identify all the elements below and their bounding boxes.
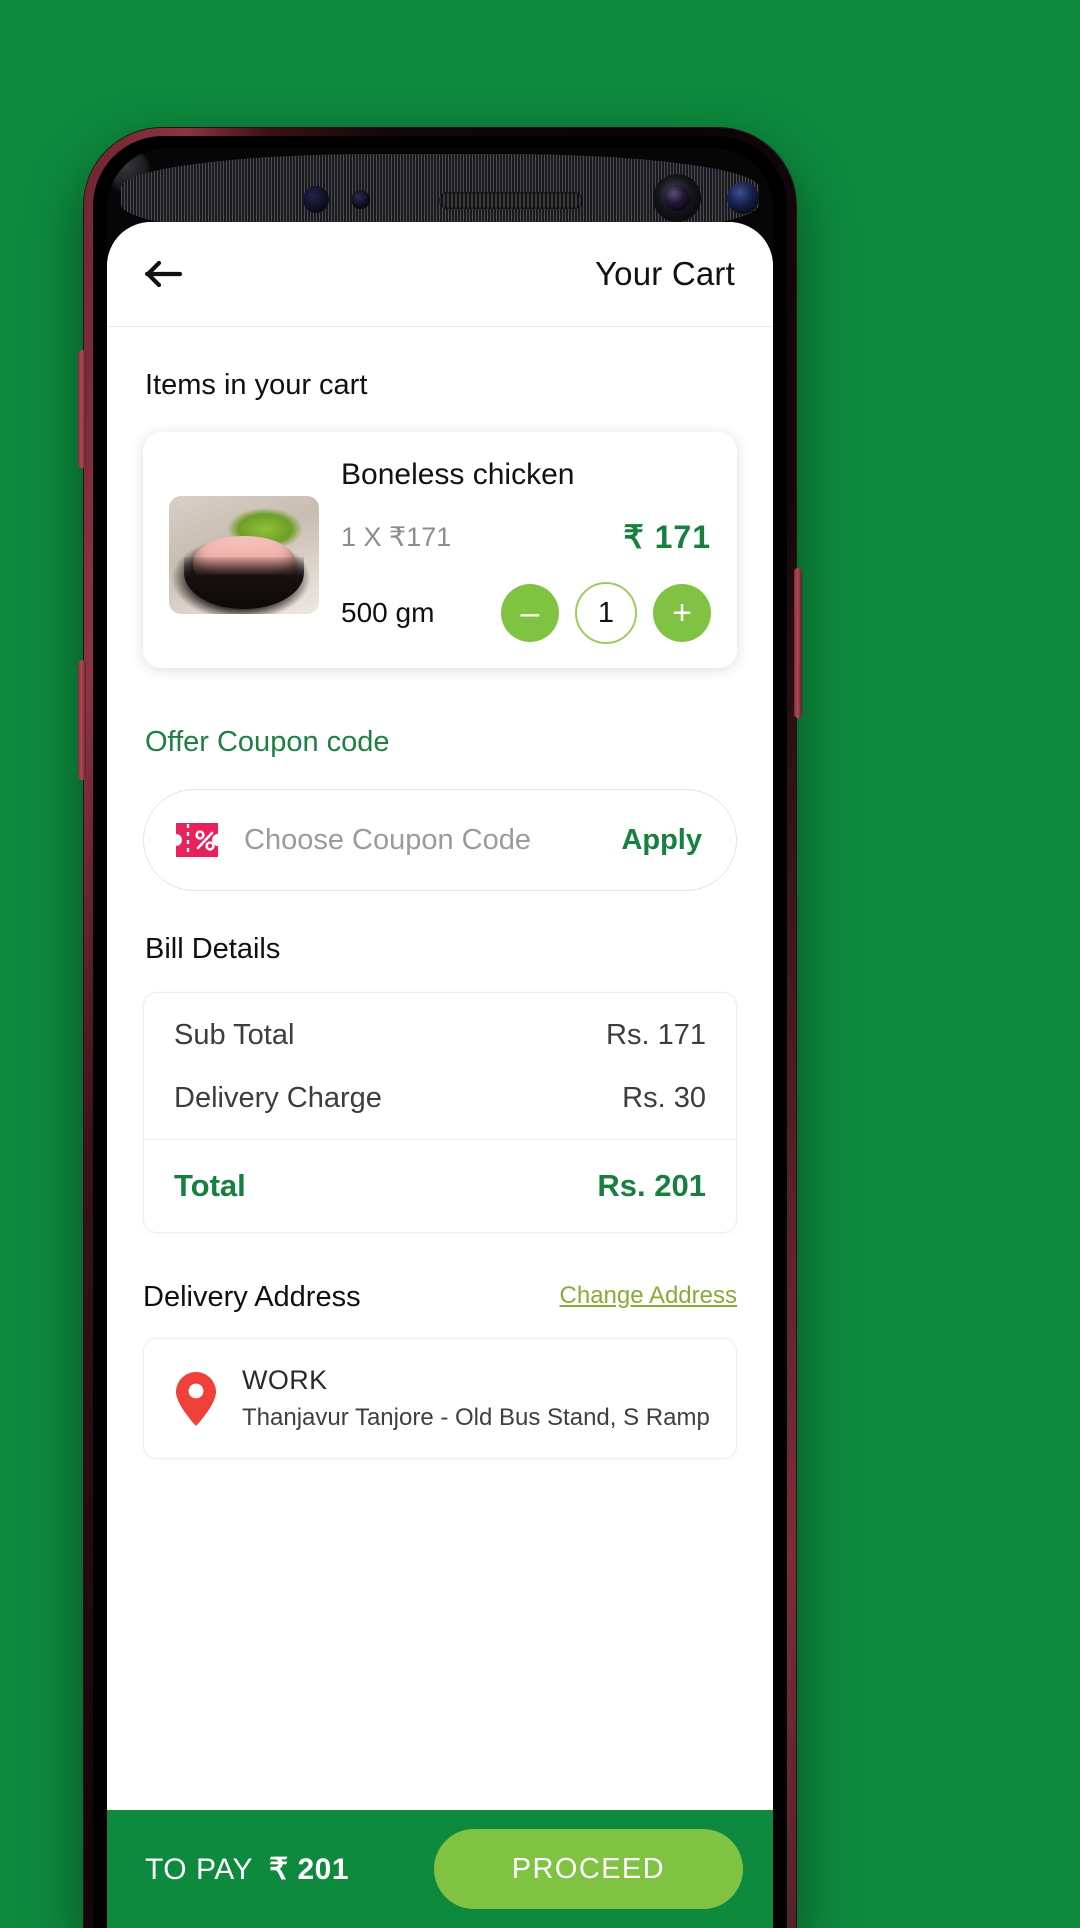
quantity-stepper: – 1 + bbox=[501, 582, 711, 644]
bill-row: Delivery Charge Rs. 30 bbox=[174, 1082, 706, 1115]
app-screen: Your Cart Items in your cart Boneless ch… bbox=[107, 222, 773, 1928]
address-type: WORK bbox=[242, 1365, 328, 1395]
delivery-address-card[interactable]: WORK Thanjavur Tanjore - Old Bus Stand, … bbox=[143, 1338, 737, 1459]
app-header: Your Cart bbox=[107, 222, 773, 327]
phone-volume-down-button[interactable] bbox=[78, 660, 86, 780]
bill-details-card: Sub Total Rs. 171 Delivery Charge Rs. 30… bbox=[143, 992, 737, 1233]
address-text: Thanjavur Tanjore - Old Bus Stand, S Ram… bbox=[242, 1404, 710, 1431]
coupon-percent-icon bbox=[176, 823, 218, 857]
location-pin-icon bbox=[176, 1371, 216, 1426]
address-section-title: Delivery Address bbox=[143, 1281, 361, 1313]
phone-power-button[interactable] bbox=[794, 568, 802, 718]
iris-scanner-icon bbox=[107, 148, 151, 194]
phone-volume-up-button[interactable] bbox=[78, 350, 86, 468]
phone-mockup: Your Cart Items in your cart Boneless ch… bbox=[78, 128, 802, 1928]
arrow-left-icon bbox=[144, 260, 183, 288]
product-weight: 500 gm bbox=[341, 597, 435, 628]
proceed-button[interactable]: PROCEED bbox=[433, 1829, 743, 1909]
to-pay-summary: TO PAY ₹ 201 bbox=[145, 1852, 349, 1887]
bill-row-value: Rs. 30 bbox=[622, 1082, 706, 1114]
product-name: Boneless chicken bbox=[341, 458, 575, 491]
bill-row-label: Delivery Charge bbox=[174, 1082, 382, 1114]
to-pay-label: TO PAY bbox=[145, 1852, 254, 1886]
bill-rows: Sub Total Rs. 171 Delivery Charge Rs. 30 bbox=[144, 993, 736, 1140]
face-sensor-icon bbox=[727, 182, 759, 214]
product-total-price: ₹ 171 bbox=[623, 519, 711, 555]
phone-inner-bezel: Your Cart Items in your cart Boneless ch… bbox=[93, 136, 787, 1928]
product-unit-price: 1 X ₹171 bbox=[341, 521, 452, 552]
coupon-section-title: Offer Coupon code bbox=[145, 726, 390, 758]
front-camera-aux-icon bbox=[303, 186, 329, 213]
front-camera-icon bbox=[653, 174, 701, 222]
checkout-bar: TO PAY ₹ 201 PROCEED bbox=[107, 1810, 773, 1928]
coupon-input-row[interactable]: Choose Coupon Code Apply bbox=[143, 789, 737, 891]
cart-item-card[interactable]: Boneless chicken 1 X ₹171 ₹ 171 500 gm –… bbox=[143, 432, 737, 668]
earpiece-speaker-icon bbox=[439, 192, 583, 209]
change-address-link[interactable]: Change Address bbox=[560, 1282, 737, 1314]
address-header: Delivery Address Change Address bbox=[143, 1281, 737, 1314]
cart-section-title: Items in your cart bbox=[145, 369, 368, 401]
light-sensor-icon bbox=[351, 190, 370, 209]
bill-row-label: Sub Total bbox=[174, 1019, 295, 1051]
bill-total-value: Rs. 201 bbox=[597, 1168, 706, 1203]
page-title: Your Cart bbox=[595, 255, 735, 292]
bill-total-row: Total Rs. 201 bbox=[144, 1140, 736, 1232]
increment-quantity-button[interactable]: + bbox=[653, 584, 711, 642]
address-lines: WORK Thanjavur Tanjore - Old Bus Stand, … bbox=[242, 1365, 710, 1432]
app-body: Items in your cart Boneless chicken 1 X … bbox=[107, 327, 773, 1810]
decrement-quantity-button[interactable]: – bbox=[501, 584, 559, 642]
to-pay-amount: ₹ 201 bbox=[269, 1852, 350, 1886]
product-info: Boneless chicken 1 X ₹171 ₹ 171 500 gm –… bbox=[341, 454, 711, 644]
coupon-code-input[interactable]: Choose Coupon Code bbox=[244, 824, 597, 857]
product-image bbox=[169, 496, 319, 614]
bill-total-label: Total bbox=[174, 1168, 246, 1203]
bill-row-value: Rs. 171 bbox=[606, 1019, 706, 1051]
product-price-row: 1 X ₹171 ₹ 171 bbox=[341, 518, 711, 556]
bill-row: Sub Total Rs. 171 bbox=[174, 1019, 706, 1052]
quantity-value: 1 bbox=[575, 582, 637, 644]
phone-display: Your Cart Items in your cart Boneless ch… bbox=[107, 148, 773, 1928]
bill-section-title: Bill Details bbox=[145, 933, 281, 965]
back-button[interactable] bbox=[141, 251, 187, 297]
apply-coupon-button[interactable]: Apply bbox=[621, 824, 702, 857]
product-weight-row: 500 gm – 1 + bbox=[341, 582, 711, 644]
